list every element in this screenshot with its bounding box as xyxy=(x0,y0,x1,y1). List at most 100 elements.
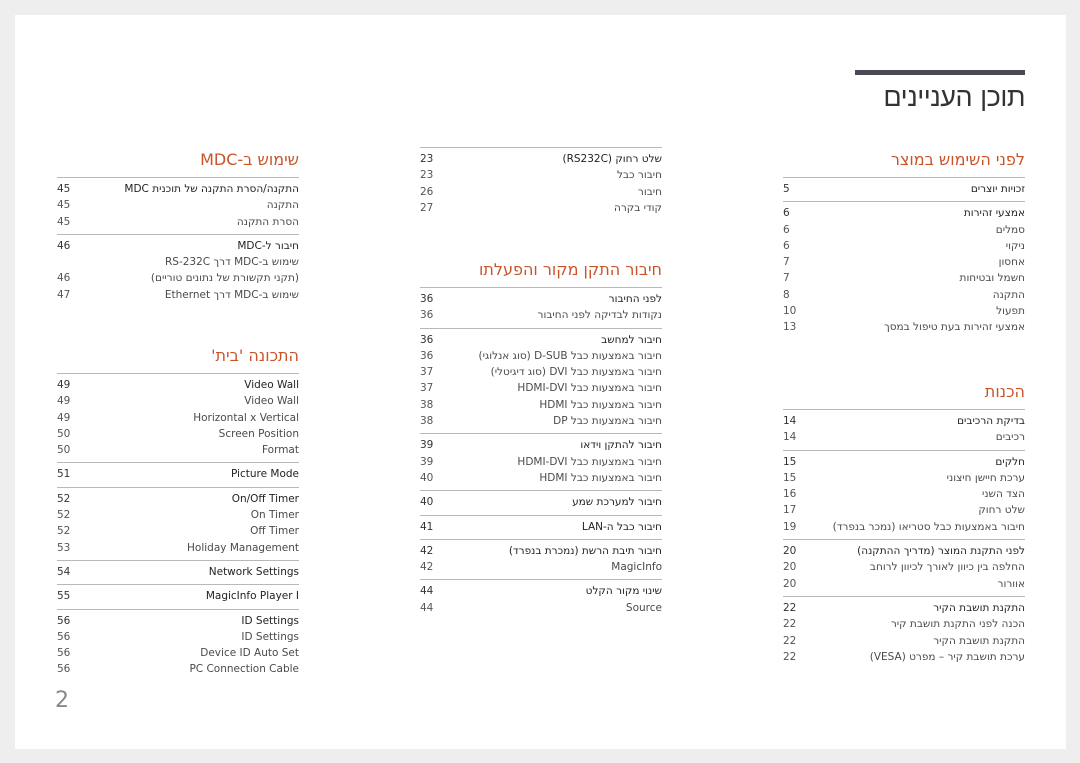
toc-entry[interactable]: הסרת התקנה 45 xyxy=(57,214,299,230)
toc-entry-title: Network Settings xyxy=(208,565,299,578)
toc-entry[interactable]: התקנת תושבת הקיר 22 xyxy=(783,633,1025,649)
toc-entry[interactable]: קודי בקרה 27 xyxy=(420,200,662,216)
toc-entry[interactable]: החלפה בין כיוון לאורך לכיוון לרוחב 20 xyxy=(783,559,1025,575)
toc-entry-title: שימוש ב-MDC דרך Ethernet xyxy=(164,288,299,301)
toc-entry-title: חלקים xyxy=(995,455,1025,468)
toc-group: On/Off Timer 52 On Timer 52 Off Timer 52 Holid… xyxy=(57,488,299,561)
toc-entry[interactable]: Video Wall 49 xyxy=(57,377,299,393)
toc-entry[interactable]: Format 50 xyxy=(57,442,299,458)
toc-entry-title: חיבור באמצעות כבל DVI (סוג דיגיטלי) xyxy=(490,366,662,379)
toc-entry[interactable]: חיבור באמצעות כבל D-SUB (סוג אנלוגי) 36 xyxy=(420,348,662,364)
toc-entry-title: חיבור למערכת שמע xyxy=(572,496,662,509)
toc-entry-page: 38 xyxy=(420,415,434,428)
toc-entry[interactable]: ID Settings 56 xyxy=(57,613,299,629)
toc-entry[interactable]: התקנה 8 xyxy=(783,287,1025,303)
toc-entry-title: בדיקת הרכיבים xyxy=(957,415,1025,427)
toc-entry[interactable]: לפני החיבור 36 xyxy=(420,291,662,307)
toc-entry[interactable]: לפני התקנת המוצר (מדריך ההתקנה) 20 xyxy=(783,543,1025,559)
toc-group: Network Settings 54 xyxy=(57,561,299,586)
toc-entry[interactable]: ID Settings 56 xyxy=(57,629,299,645)
toc-entry[interactable]: חיבור תיבת הרשת (נמכרת בנפרד) 42 xyxy=(420,543,662,559)
toc-entry[interactable]: נקודות לבדיקה לפני החיבור 36 xyxy=(420,307,662,323)
toc-entry[interactable]: חיבור באמצעות כבל סטריאו (נמכר בנפרד) 19 xyxy=(783,519,1025,535)
toc-entry[interactable]: ערכת חיישן חיצוני 15 xyxy=(783,470,1025,486)
toc-entry[interactable]: אמצעי זהירות בעת טיפול במסך 13 xyxy=(783,319,1025,335)
toc-entry[interactable]: חיבור להתקן וידאו 39 xyxy=(420,437,662,453)
toc-entry[interactable]: חשמל ובטיחות 7 xyxy=(783,270,1025,286)
toc-entry-title: לפני החיבור xyxy=(608,293,662,305)
toc-entry[interactable]: זכויות יוצרים 5 xyxy=(783,181,1025,197)
toc-entry[interactable]: Picture Mode 51 xyxy=(57,466,299,482)
toc-entry-page: 6 xyxy=(783,207,790,220)
toc-entry[interactable]: On Timer 52 xyxy=(57,507,299,523)
toc-entry[interactable]: חיבור באמצעות כבל DP 38 xyxy=(420,413,662,429)
toc-entry-title: התקנת תושבת הקיר xyxy=(933,634,1025,647)
toc-entry[interactable]: חיבור באמצעות כבל HDMI 38 xyxy=(420,397,662,413)
toc-entry-page: 52 xyxy=(57,525,71,538)
toc-entry-page: 10 xyxy=(783,305,797,318)
toc-entry[interactable]: PC Connection Cable 56 xyxy=(57,661,299,677)
toc-entry[interactable]: התקנת תושבת הקיר 22 xyxy=(783,600,1025,616)
toc-entry[interactable]: MagicInfo Player I 55 xyxy=(57,588,299,604)
toc-entry[interactable]: חיבור למערכת שמע 40 xyxy=(420,494,662,510)
toc-entry[interactable]: הכנה לפני התקנת תושבת קיר 22 xyxy=(783,616,1025,632)
toc-group: לפני החיבור 36 נקודות לבדיקה לפני החיבור 36 xyxy=(420,288,662,329)
toc-entry[interactable]: Device ID Auto Set 56 xyxy=(57,645,299,661)
toc-entry[interactable]: אמצעי זהירות 6 xyxy=(783,205,1025,221)
toc-entry[interactable]: חיבור כבל 23 xyxy=(420,167,662,183)
toc-entry[interactable]: אוורור 20 xyxy=(783,576,1025,592)
section-heading: התכונה 'בית' xyxy=(57,346,299,374)
toc-group: MagicInfo Player I 55 xyxy=(57,585,299,610)
toc-entry-page: 41 xyxy=(420,520,434,533)
toc-entry[interactable]: Source 44 xyxy=(420,600,662,616)
toc-entry-page: 38 xyxy=(420,398,434,411)
toc-entry[interactable]: חיבור ל-MDC 46 xyxy=(57,238,299,254)
toc-entry[interactable]: חיבור באמצעות כבל DVI (סוג דיגיטלי) 37 xyxy=(420,364,662,380)
toc-entry[interactable]: חיבור באמצעות כבל HDMI 40 xyxy=(420,470,662,486)
toc-entry[interactable]: ערכת תושבת קיר – מפרט (VESA) 22 xyxy=(783,649,1025,665)
toc-entry[interactable]: בדיקת הרכיבים 14 xyxy=(783,413,1025,429)
toc-entry[interactable]: שינוי מקור הקלט 44 xyxy=(420,583,662,599)
toc-entry[interactable]: אחסון 7 xyxy=(783,254,1025,270)
section-heading: שימוש ב-MDC xyxy=(57,150,299,178)
toc-entry[interactable]: ניקוי 6 xyxy=(783,238,1025,254)
toc-entry-page: 39 xyxy=(420,439,434,452)
toc-entry[interactable]: חיבור באמצעות כבל HDMI-DVI 37 xyxy=(420,380,662,396)
toc-entry[interactable]: Horizontal x Vertical 49 xyxy=(57,410,299,426)
toc-entry-page: 7 xyxy=(783,272,790,285)
toc-entry-title: MagicInfo xyxy=(611,561,662,574)
toc-entry[interactable]: Holiday Management 53 xyxy=(57,540,299,556)
toc-entry[interactable]: Screen Position 50 xyxy=(57,426,299,442)
toc-entry[interactable]: חיבור כבל ה-LAN 41 xyxy=(420,519,662,535)
toc-entry[interactable]: MagicInfo 42 xyxy=(420,559,662,575)
toc-entry-title: Screen Position xyxy=(218,427,299,440)
toc-entry-title: שינוי מקור הקלט xyxy=(585,585,662,598)
toc-entry-page: 37 xyxy=(420,366,434,379)
toc-entry[interactable]: Network Settings 54 xyxy=(57,564,299,580)
toc-entry[interactable]: שלט רחוק (RS232C) 23 xyxy=(420,151,662,167)
toc-entry[interactable]: תפעול 10 xyxy=(783,303,1025,319)
toc-entry-page: 36 xyxy=(420,309,434,322)
toc-entry[interactable]: שלט רחוק 17 xyxy=(783,502,1025,518)
toc-entry[interactable]: חלקים 15 xyxy=(783,454,1025,470)
toc-entry[interactable]: התקנה 45 xyxy=(57,197,299,213)
toc-entry[interactable]: Off Timer 52 xyxy=(57,523,299,539)
toc-entry-page: 39 xyxy=(420,455,434,468)
toc-entry[interactable]: התקנה/הסרת התקנה של תוכנית MDC 45 xyxy=(57,181,299,197)
toc-entry[interactable]: חיבור למחשב 36 xyxy=(420,332,662,348)
toc-entry[interactable]: חיבור 26 xyxy=(420,184,662,200)
toc-entry[interactable]: רכיבים 14 xyxy=(783,429,1025,445)
toc-entry[interactable]: סמלים 6 xyxy=(783,222,1025,238)
section-heading: הכנות xyxy=(783,382,1025,410)
toc-entry[interactable]: On/Off Timer 52 xyxy=(57,491,299,507)
toc-entry[interactable]: שימוש ב-MDC דרך RS-232C (תקני תקשורת של … xyxy=(57,254,299,287)
toc-entry-page: 42 xyxy=(420,544,434,557)
toc-entry[interactable]: Video Wall 49 xyxy=(57,393,299,409)
toc-entry-title: PC Connection Cable xyxy=(189,663,299,676)
toc-entry-page: 44 xyxy=(420,601,434,614)
toc-group: חיבור להתקן וידאו 39 חיבור באמצעות כבל HDM… xyxy=(420,434,662,492)
toc-entry[interactable]: שימוש ב-MDC דרך Ethernet 47 xyxy=(57,287,299,303)
toc-entry[interactable]: חיבור באמצעות כבל HDMI-DVI 39 xyxy=(420,454,662,470)
toc-entry[interactable]: הצד השני 16 xyxy=(783,486,1025,502)
toc-entry-title: ניקוי xyxy=(1005,239,1025,252)
